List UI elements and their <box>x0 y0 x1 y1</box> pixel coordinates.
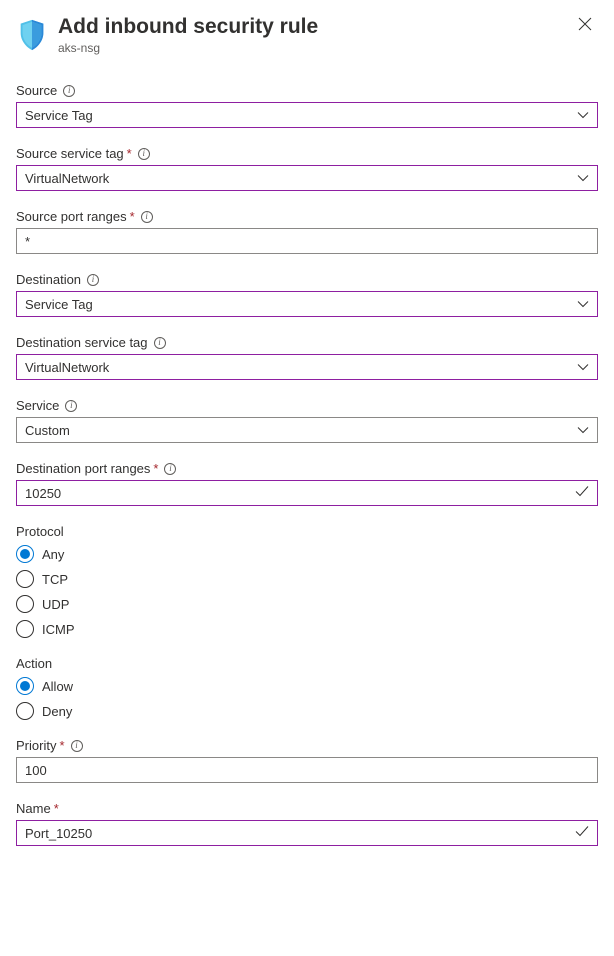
label-priority: Priority * i <box>16 738 598 753</box>
label-name: Name * <box>16 801 598 816</box>
info-icon[interactable]: i <box>141 211 153 223</box>
label-service: Service i <box>16 398 598 413</box>
source-service-tag-value: VirtualNetwork <box>25 171 109 186</box>
info-icon[interactable]: i <box>87 274 99 286</box>
destination-port-ranges-value: 10250 <box>25 486 61 501</box>
service-select[interactable]: Custom <box>16 417 598 443</box>
protocol-radio-any[interactable]: Any <box>16 545 598 563</box>
info-icon[interactable]: i <box>63 85 75 97</box>
protocol-radio-udp[interactable]: UDP <box>16 595 598 613</box>
label-text-name: Name <box>16 801 51 816</box>
label-text-source-service-tag: Source service tag <box>16 146 124 161</box>
label-text-action: Action <box>16 656 52 671</box>
required-asterisk: * <box>59 738 64 753</box>
source-select[interactable]: Service Tag <box>16 102 598 128</box>
radio-label-allow: Allow <box>42 679 73 694</box>
action-radio-allow[interactable]: Allow <box>16 677 598 695</box>
radio-label-deny: Deny <box>42 704 72 719</box>
label-destination-port-ranges: Destination port ranges * i <box>16 461 598 476</box>
chevron-down-icon <box>577 111 589 119</box>
shield-icon <box>16 18 48 52</box>
radio-icon <box>16 620 34 638</box>
label-text-service: Service <box>16 398 59 413</box>
radio-label-icmp: ICMP <box>42 622 75 637</box>
field-source-service-tag: Source service tag * i VirtualNetwork <box>16 146 598 191</box>
required-asterisk: * <box>54 801 59 816</box>
required-asterisk: * <box>153 461 158 476</box>
priority-input[interactable]: 100 <box>16 757 598 783</box>
label-action: Action <box>16 656 598 671</box>
label-text-destination: Destination <box>16 272 81 287</box>
check-icon <box>575 826 589 841</box>
field-priority: Priority * i 100 <box>16 738 598 783</box>
panel-header: Add inbound security rule aks-nsg <box>16 14 598 55</box>
radio-icon <box>16 545 34 563</box>
source-port-ranges-value: * <box>25 234 30 249</box>
field-source: Source i Service Tag <box>16 83 598 128</box>
destination-select[interactable]: Service Tag <box>16 291 598 317</box>
destination-value: Service Tag <box>25 297 93 312</box>
info-icon[interactable]: i <box>154 337 166 349</box>
protocol-radio-group: Any TCP UDP ICMP <box>16 545 598 638</box>
panel-subtitle: aks-nsg <box>58 41 572 55</box>
label-text-source: Source <box>16 83 57 98</box>
label-text-destination-port-ranges: Destination port ranges <box>16 461 150 476</box>
chevron-down-icon <box>577 363 589 371</box>
chevron-down-icon <box>577 426 589 434</box>
label-text-priority: Priority <box>16 738 56 753</box>
label-source: Source i <box>16 83 598 98</box>
info-icon[interactable]: i <box>65 400 77 412</box>
source-value: Service Tag <box>25 108 93 123</box>
action-radio-group: Allow Deny <box>16 677 598 720</box>
label-text-destination-service-tag: Destination service tag <box>16 335 148 350</box>
label-destination: Destination i <box>16 272 598 287</box>
label-destination-service-tag: Destination service tag i <box>16 335 598 350</box>
field-action: Action Allow Deny <box>16 656 598 720</box>
protocol-radio-icmp[interactable]: ICMP <box>16 620 598 638</box>
action-radio-deny[interactable]: Deny <box>16 702 598 720</box>
service-value: Custom <box>25 423 70 438</box>
radio-label-tcp: TCP <box>42 572 68 587</box>
name-input[interactable]: Port_10250 <box>16 820 598 846</box>
radio-label-udp: UDP <box>42 597 69 612</box>
required-asterisk: * <box>130 209 135 224</box>
label-source-port-ranges: Source port ranges * i <box>16 209 598 224</box>
destination-service-tag-value: VirtualNetwork <box>25 360 109 375</box>
header-text: Add inbound security rule aks-nsg <box>58 14 572 55</box>
destination-service-tag-select[interactable]: VirtualNetwork <box>16 354 598 380</box>
close-button[interactable] <box>572 14 598 36</box>
field-destination-service-tag: Destination service tag i VirtualNetwork <box>16 335 598 380</box>
radio-icon <box>16 702 34 720</box>
label-text-protocol: Protocol <box>16 524 64 539</box>
field-protocol: Protocol Any TCP UDP ICMP <box>16 524 598 638</box>
name-value: Port_10250 <box>25 826 92 841</box>
label-source-service-tag: Source service tag * i <box>16 146 598 161</box>
priority-value: 100 <box>25 763 47 778</box>
required-asterisk: * <box>127 146 132 161</box>
destination-port-ranges-input[interactable]: 10250 <box>16 480 598 506</box>
label-protocol: Protocol <box>16 524 598 539</box>
field-name: Name * Port_10250 <box>16 801 598 846</box>
panel-title: Add inbound security rule <box>58 14 572 39</box>
field-destination: Destination i Service Tag <box>16 272 598 317</box>
field-source-port-ranges: Source port ranges * i * <box>16 209 598 254</box>
radio-icon <box>16 595 34 613</box>
radio-label-any: Any <box>42 547 64 562</box>
field-service: Service i Custom <box>16 398 598 443</box>
check-icon <box>575 486 589 501</box>
radio-icon <box>16 570 34 588</box>
info-icon[interactable]: i <box>164 463 176 475</box>
info-icon[interactable]: i <box>138 148 150 160</box>
chevron-down-icon <box>577 300 589 308</box>
chevron-down-icon <box>577 174 589 182</box>
info-icon[interactable]: i <box>71 740 83 752</box>
field-destination-port-ranges: Destination port ranges * i 10250 <box>16 461 598 506</box>
radio-icon <box>16 677 34 695</box>
source-port-ranges-input[interactable]: * <box>16 228 598 254</box>
protocol-radio-tcp[interactable]: TCP <box>16 570 598 588</box>
label-text-source-port-ranges: Source port ranges <box>16 209 127 224</box>
source-service-tag-select[interactable]: VirtualNetwork <box>16 165 598 191</box>
